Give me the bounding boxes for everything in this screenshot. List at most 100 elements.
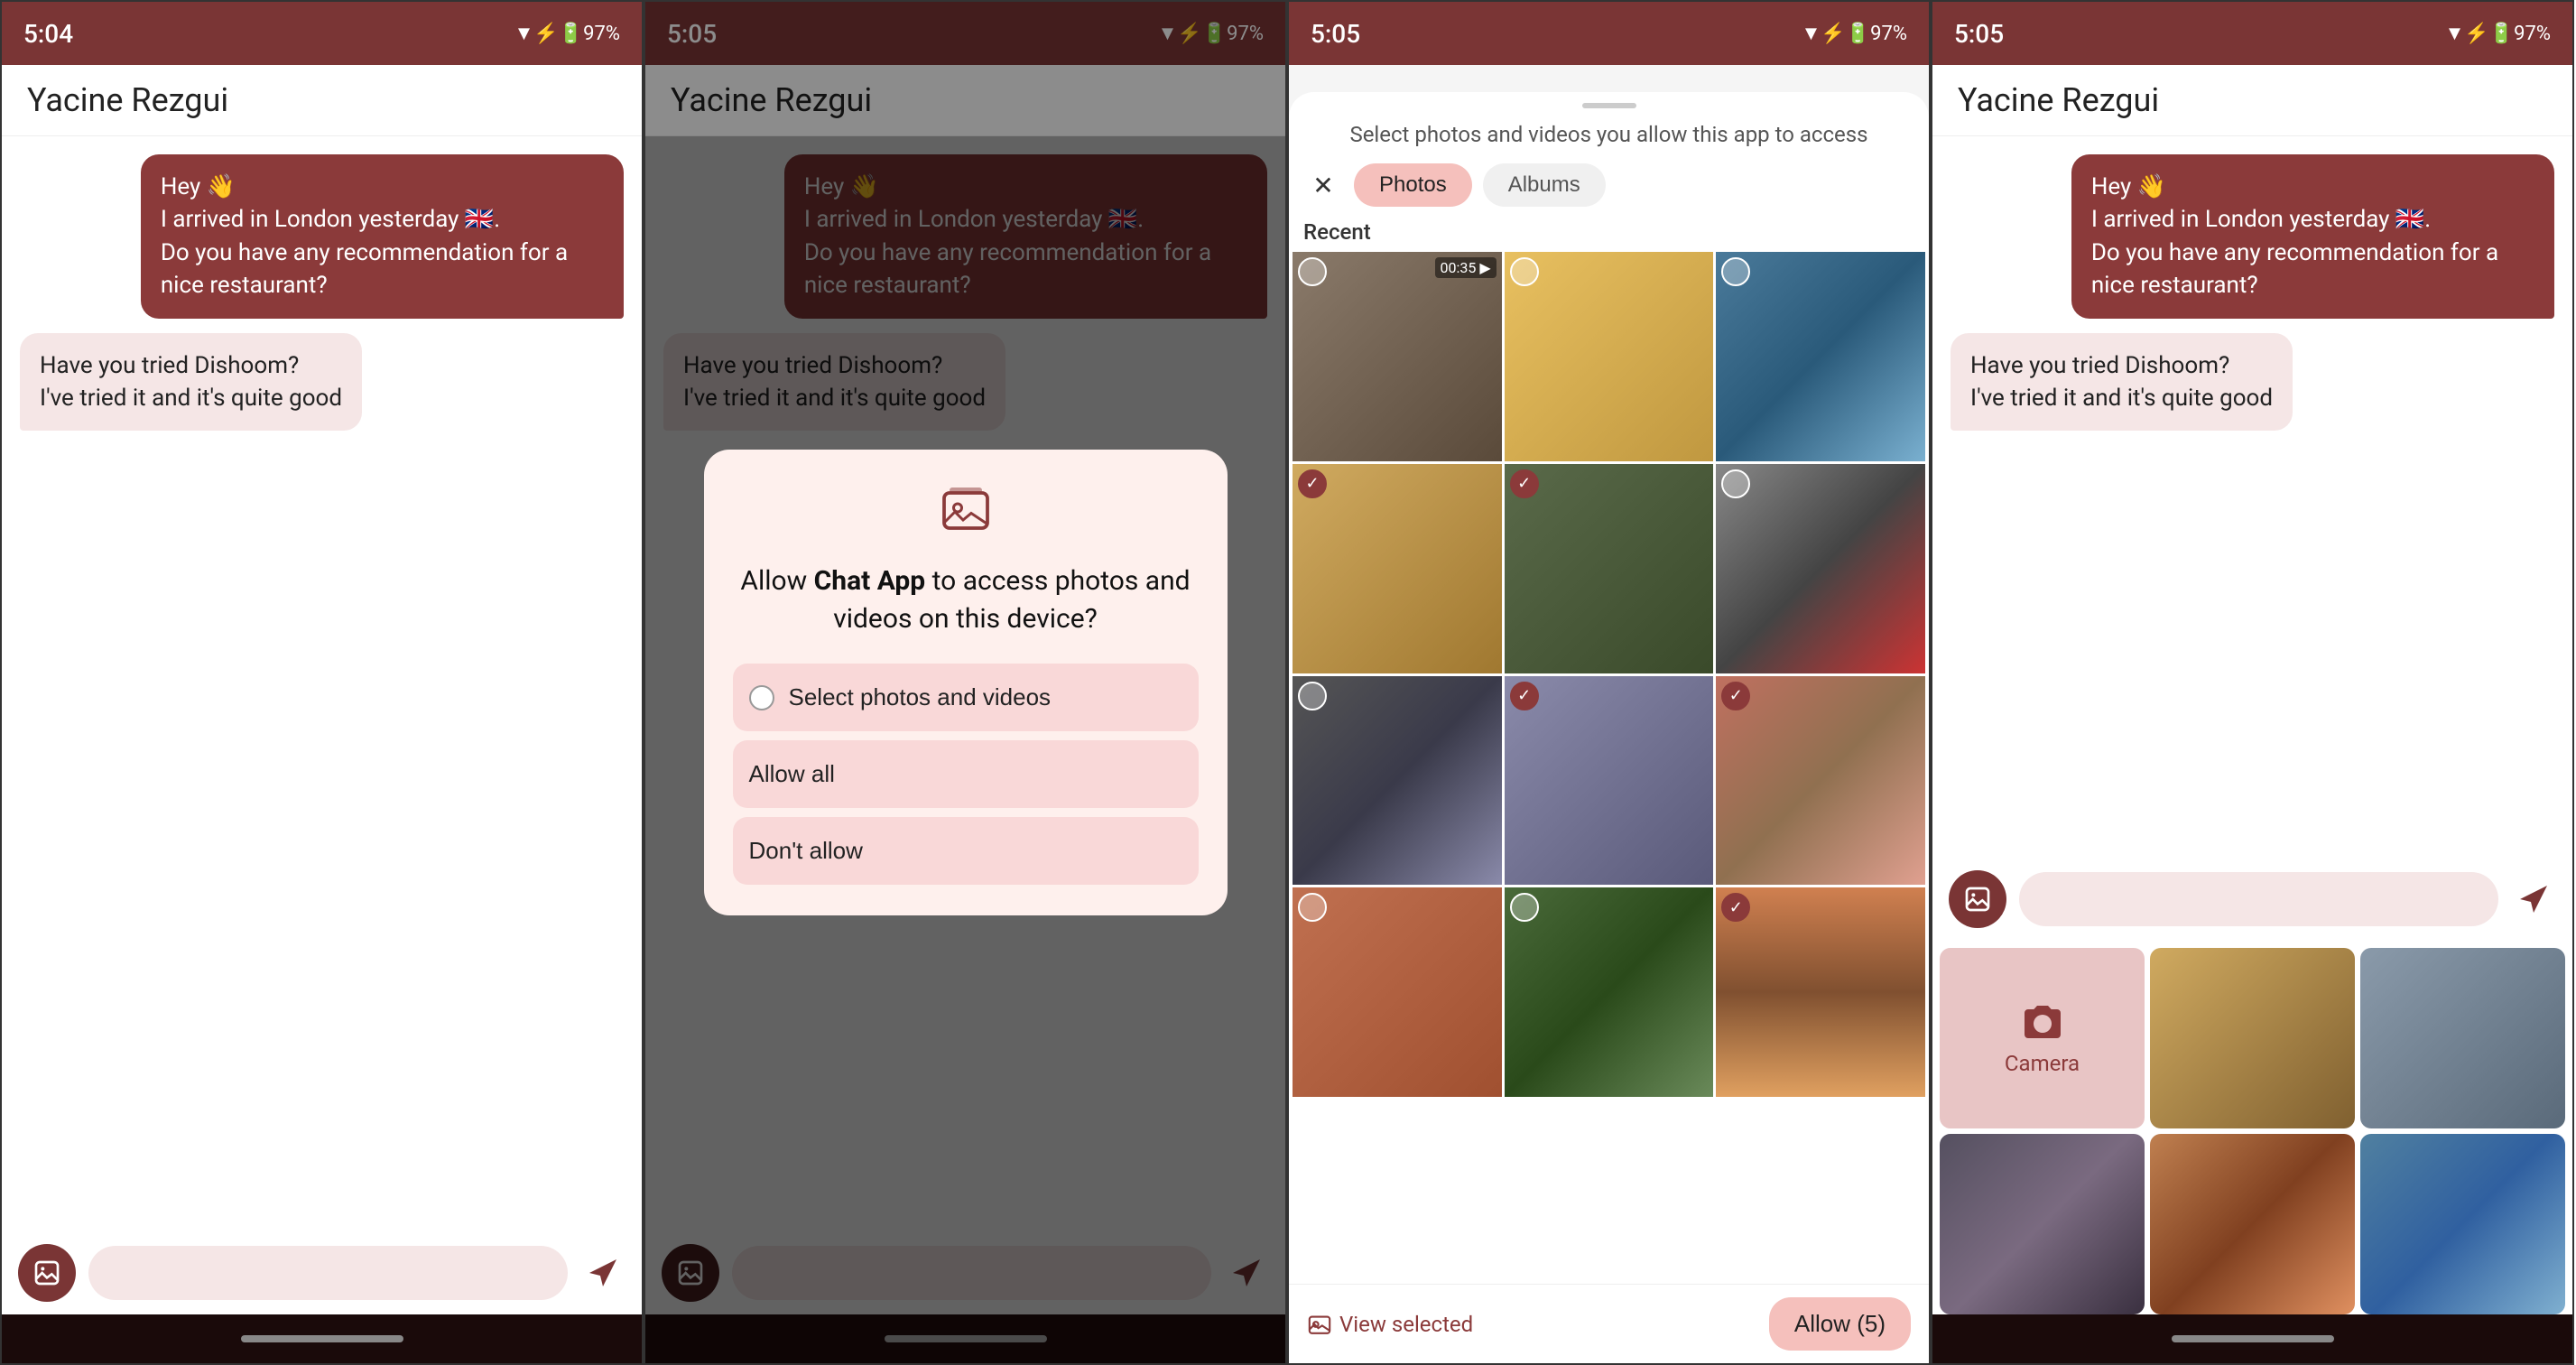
picker-tabs-row: ✕ Photos Albums	[1289, 158, 1929, 216]
photo-bg-10	[1293, 887, 1502, 1097]
camera-icon	[2021, 1000, 2064, 1044]
photo-cell-7[interactable]	[1293, 676, 1502, 886]
media-thumb-1[interactable]	[2150, 948, 2355, 1128]
image-icon-4	[1963, 885, 1992, 914]
photo-bg-7	[1293, 676, 1502, 886]
view-selected-btn[interactable]: View selected	[1307, 1312, 1473, 1337]
media-button-4[interactable]	[1949, 870, 2006, 928]
status-bar-3: 5:05 ▼⚡🔋97%	[1289, 2, 1929, 65]
picker-close-btn[interactable]: ✕	[1303, 165, 1343, 205]
media-thumb-4[interactable]	[2150, 1134, 2355, 1314]
view-selected-label: View selected	[1339, 1312, 1473, 1337]
photo-bg-6	[1716, 464, 1925, 673]
photo-cell-3[interactable]	[1716, 252, 1925, 461]
chat-header-4: Yacine Rezgui	[1932, 65, 2572, 136]
time-4: 5:05	[1954, 19, 2004, 49]
allow-all-label: Allow all	[749, 760, 835, 788]
media-picker-grid: Camera	[1932, 941, 2572, 1314]
camera-tile[interactable]: Camera	[1940, 948, 2145, 1128]
camera-label: Camera	[2005, 1051, 2080, 1076]
photo-bg-4	[1293, 464, 1502, 673]
select-circle-2	[1510, 257, 1539, 286]
select-circle-9: ✓	[1721, 682, 1750, 710]
select-circle-6	[1721, 469, 1750, 498]
message-sent-1: Hey 👋I arrived in London yesterday 🇬🇧.Do…	[141, 154, 624, 319]
status-icons-3: ▼⚡🔋97%	[1802, 22, 1907, 45]
section-label-recent: Recent	[1289, 216, 1929, 252]
status-icons-4: ▼⚡🔋97%	[2445, 22, 2551, 45]
photo-cell-4[interactable]: ✓	[1293, 464, 1502, 673]
photo-bg-8	[1505, 676, 1714, 886]
radio-select	[749, 685, 774, 710]
chat-body-1: Hey 👋I arrived in London yesterday 🇬🇧.Do…	[2, 136, 642, 1231]
chat-body-4: Hey 👋I arrived in London yesterday 🇬🇧.Do…	[1932, 136, 2572, 858]
chat-header-1: Yacine Rezgui	[2, 65, 642, 136]
select-circle-11	[1510, 893, 1539, 922]
send-icon-1	[587, 1257, 619, 1289]
gallery-icon-footer	[1307, 1312, 1332, 1337]
message-sent-4: Hey 👋I arrived in London yesterday 🇬🇧.Do…	[2071, 154, 2554, 319]
allow-button[interactable]: Allow (5)	[1769, 1297, 1911, 1351]
photo-bg-12	[1716, 887, 1925, 1097]
media-thumb-3[interactable]	[1940, 1134, 2145, 1314]
select-circle-5: ✓	[1510, 469, 1539, 498]
media-button-1[interactable]	[18, 1244, 76, 1302]
dont-allow-label: Don't allow	[749, 837, 863, 865]
photo-bg-2	[1505, 252, 1714, 461]
home-indicator-4	[2172, 1335, 2334, 1342]
send-button-1[interactable]	[580, 1250, 625, 1295]
picker-header-text: Select photos and videos you allow this …	[1289, 116, 1929, 158]
select-photos-label: Select photos and videos	[789, 683, 1052, 711]
photo-cell-10[interactable]	[1293, 887, 1502, 1097]
time-3: 5:05	[1311, 19, 1360, 49]
allow-label: Allow (5)	[1794, 1310, 1886, 1337]
input-bar-4	[1932, 858, 2572, 941]
send-button-4[interactable]	[2511, 877, 2556, 922]
photo-cell-12[interactable]: ✓	[1716, 887, 1925, 1097]
select-circle-10	[1298, 893, 1327, 922]
status-icons-1: ▼⚡🔋97%	[514, 22, 620, 45]
select-photos-option[interactable]: Select photos and videos	[733, 664, 1199, 731]
phone-4: 5:05 ▼⚡🔋97% Yacine Rezgui Hey 👋I arrived…	[1931, 0, 2574, 1365]
message-received-1: Have you tried Dishoom?I've tried it and…	[20, 333, 362, 432]
photo-cell-6[interactable]	[1716, 464, 1925, 673]
photo-grid: 00:35 ▶ ✓ ✓	[1289, 252, 1929, 1097]
media-thumb-2[interactable]	[2360, 948, 2565, 1128]
phone-1: 5:04 ▼⚡🔋97% Yacine Rezgui Hey 👋I arrived…	[0, 0, 644, 1365]
allow-all-option[interactable]: Allow all	[733, 740, 1199, 808]
photo-bg-9	[1716, 676, 1925, 886]
photo-bg-3	[1716, 252, 1925, 461]
media-thumb-5[interactable]	[2360, 1134, 2565, 1314]
tab-albums[interactable]: Albums	[1483, 163, 1606, 207]
perm-icon	[939, 482, 993, 548]
text-input-1[interactable]	[88, 1246, 568, 1300]
home-indicator-1	[241, 1335, 403, 1342]
perm-title: Allow Chat App to access photos and vide…	[733, 562, 1199, 638]
select-circle-8: ✓	[1510, 682, 1539, 710]
photo-cell-2[interactable]	[1505, 252, 1714, 461]
picker-footer: View selected Allow (5)	[1289, 1284, 1929, 1363]
nav-bar-4	[1932, 1314, 2572, 1363]
phone-3: 5:05 ▼⚡🔋97% Select photos and videos you…	[1287, 0, 1931, 1365]
gallery-icon	[939, 482, 993, 536]
text-input-4[interactable]	[2019, 872, 2498, 926]
photo-bg-11	[1505, 887, 1714, 1097]
time-1: 5:04	[23, 19, 73, 49]
image-icon-1	[32, 1258, 61, 1287]
photo-cell-11[interactable]	[1505, 887, 1714, 1097]
tab-photos[interactable]: Photos	[1354, 163, 1472, 207]
phone-2: 5:05 ▼⚡🔋97% Yacine Rezgui Hey 👋I arrived…	[644, 0, 1287, 1365]
nav-bar-1	[2, 1314, 642, 1363]
dont-allow-option[interactable]: Don't allow	[733, 817, 1199, 885]
photo-picker: Select photos and videos you allow this …	[1289, 92, 1929, 1363]
permission-dialog: Allow Chat App to access photos and vide…	[704, 450, 1228, 915]
photo-cell-5[interactable]: ✓	[1505, 464, 1714, 673]
select-circle-1	[1298, 257, 1327, 286]
photo-bg-5	[1505, 464, 1714, 673]
photo-cell-8[interactable]: ✓	[1505, 676, 1714, 886]
photo-cell-9[interactable]: ✓	[1716, 676, 1925, 886]
app-name: Chat App	[814, 565, 926, 597]
photo-bg-1	[1293, 252, 1502, 461]
status-bar-4: 5:05 ▼⚡🔋97%	[1932, 2, 2572, 65]
photo-cell-1[interactable]: 00:35 ▶	[1293, 252, 1502, 461]
